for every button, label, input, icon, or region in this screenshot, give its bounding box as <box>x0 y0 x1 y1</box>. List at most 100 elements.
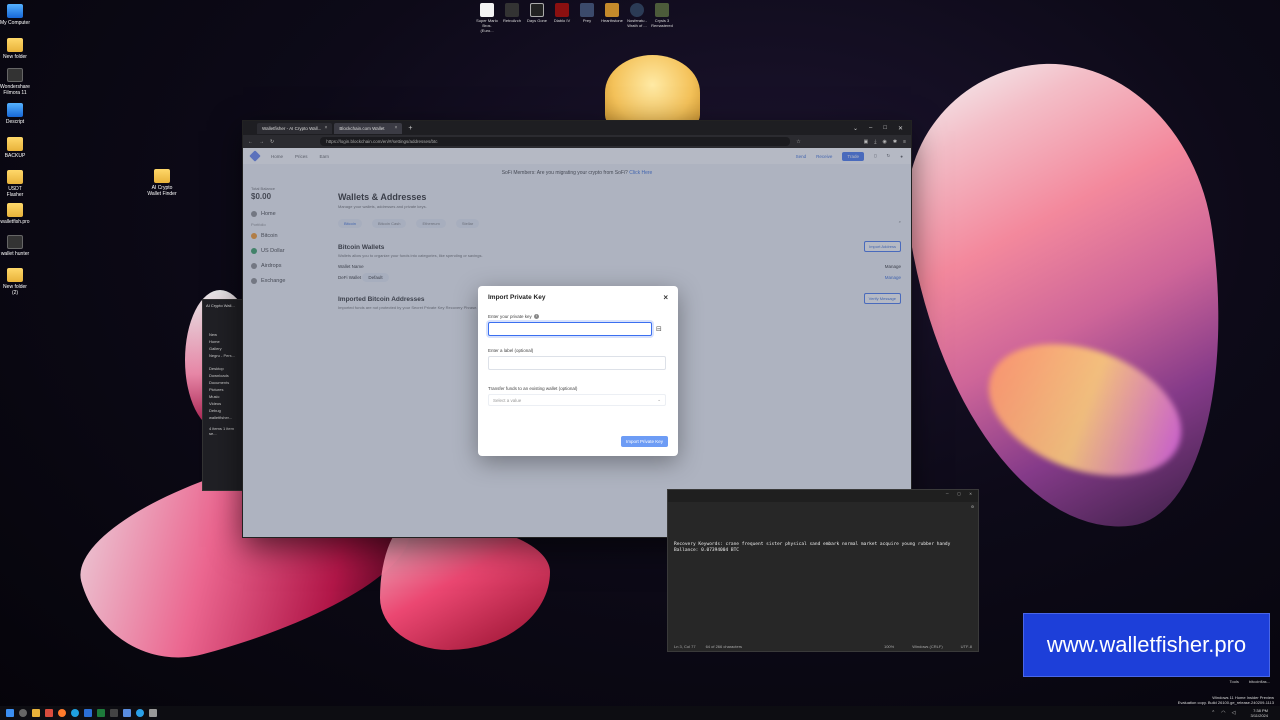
explorer-nav-item[interactable]: Negru - Pers... <box>203 351 243 358</box>
explorer-status: 4 items 1 item se... <box>209 426 234 436</box>
desktop-icon-descript[interactable]: Descript <box>0 103 30 125</box>
shortcut-hearthstone[interactable]: Hearthstone <box>601 3 623 33</box>
reload-icon[interactable]: ↻ <box>270 139 274 145</box>
desktop-icon-filmora[interactable]: Wondershare Filmora 11 <box>0 68 30 96</box>
app-icon[interactable] <box>84 709 92 717</box>
private-key-input[interactable] <box>488 322 652 336</box>
firefox-icon[interactable] <box>58 709 66 717</box>
folder-icon <box>7 137 23 151</box>
new-tab-button[interactable]: + <box>404 125 416 132</box>
explorer-nav-item[interactable]: Desktop <box>203 364 243 371</box>
info-icon[interactable]: i <box>533 314 539 319</box>
shortcut-diablo[interactable]: Diablo IV <box>551 3 573 33</box>
notepad-icon[interactable] <box>149 709 157 717</box>
shortcut-prey[interactable]: Prey <box>576 3 598 33</box>
folder-icon <box>154 169 170 183</box>
file-explorer-icon[interactable] <box>32 709 40 717</box>
shortcut-crysis[interactable]: Crysis 3 Remastered <box>651 3 673 33</box>
wifi-icon[interactable]: ◠ <box>1221 710 1225 716</box>
navigation-bar: ← → ↻ https://login.blockchain.com/en/#/… <box>243 135 911 148</box>
system-tray: ⌃ ◠ ◁ <box>1211 710 1235 716</box>
computer-icon <box>7 4 23 18</box>
explorer-nav-item[interactable]: Videos <box>203 399 243 406</box>
download-icon[interactable]: ⤓ <box>874 139 876 145</box>
shortcut-retroarch[interactable]: RetroArch <box>501 3 523 33</box>
explorer-nav-item[interactable]: walletfisher... <box>203 413 243 420</box>
bookmark-star-icon[interactable]: ☆ <box>796 139 800 145</box>
tab-walletfisher[interactable]: Walletfisher - AI Crypto Wall... × <box>257 122 333 134</box>
explorer-nav-item[interactable]: Debug <box>203 406 243 413</box>
explorer-new-button[interactable]: New <box>203 330 243 337</box>
explorer-nav-item[interactable]: Pictures <box>203 385 243 392</box>
app-icon[interactable] <box>123 709 131 717</box>
search-icon[interactable] <box>19 709 27 717</box>
explorer-nav-item[interactable]: Home <box>203 337 243 344</box>
puzzle-icon[interactable]: ✱ <box>893 139 897 145</box>
notepad-line: Ballance: 0.07394004 BTC <box>674 548 740 553</box>
explorer-nav-item[interactable]: Gallery <box>203 344 243 351</box>
menu-icon[interactable]: ≡ <box>903 139 906 145</box>
back-icon[interactable]: ← <box>248 139 253 145</box>
desktop-icon-ai-crypto[interactable]: AI Crypto Wallet Finder <box>147 169 177 197</box>
wallpaper-shape <box>605 55 700 130</box>
desktop-icon-wallet-hunter[interactable]: wallet hunter <box>0 235 30 257</box>
private-key-label: Enter your private key <box>488 314 532 319</box>
desktop-icon-new-folder[interactable]: New folder <box>0 38 30 60</box>
tab-bar: Walletfisher - AI Crypto Wall... × Blockc… <box>243 121 911 135</box>
browser-window: Walletfisher - AI Crypto Wall... × Blockc… <box>243 121 911 537</box>
notepad-window[interactable]: – □ ✕ ⚙ Recovery Keywords: crane frequen… <box>667 489 979 652</box>
minimize-icon[interactable]: – <box>946 492 949 500</box>
close-tab-icon[interactable]: × <box>394 125 397 131</box>
shortcut-nosferatu[interactable]: Nosferatu - Wrath of ... <box>626 3 648 33</box>
maximize-icon[interactable]: □ <box>958 492 961 500</box>
wallpaper-shape <box>380 520 550 650</box>
close-tab-icon[interactable]: × <box>324 125 327 131</box>
forward-icon[interactable]: → <box>259 139 264 145</box>
file-icon <box>480 3 494 17</box>
wallet-select[interactable]: Select a value ⌄ <box>488 394 666 406</box>
blockchain-page: Home Prices Earn Send Receive Trade ▯ ↻ … <box>243 148 911 537</box>
app-icon[interactable] <box>110 709 118 717</box>
extensions-icon[interactable]: ▣ <box>864 139 869 145</box>
explorer-nav-item[interactable]: Downloads <box>203 371 243 378</box>
shortcut-super-mario[interactable]: Super Mario Bros. (Euro... <box>476 3 498 33</box>
days-gone-icon <box>530 3 544 17</box>
chevron-down-icon[interactable]: ⌄ <box>853 125 858 132</box>
notepad-text[interactable]: Recovery Keywords: crane frequent sister… <box>668 502 978 554</box>
label-input[interactable] <box>488 356 666 370</box>
folder-icon <box>7 203 23 217</box>
hearthstone-icon <box>605 3 619 17</box>
desktop-icon-usdt-flasher[interactable]: USDT Flasher <box>0 170 30 198</box>
clock[interactable]: 7:38 PM 3/11/2024 <box>1251 708 1280 718</box>
desktop-icon-walletfish[interactable]: walletfish.pro <box>0 203 30 225</box>
explorer-nav-item[interactable]: Music <box>203 392 243 399</box>
desktop-icon-backup[interactable]: BACKUP <box>0 137 30 159</box>
settings-gear-icon[interactable]: ⚙ <box>971 505 974 510</box>
scan-qr-icon[interactable]: ⊟ <box>656 325 662 333</box>
address-bar[interactable]: https://login.blockchain.com/en/#/settin… <box>320 137 791 146</box>
import-private-key-button[interactable]: Import Private Key <box>620 436 668 447</box>
explorer-nav-item[interactable]: Documents <box>203 378 243 385</box>
start-icon[interactable] <box>6 709 14 717</box>
minimize-icon[interactable]: – <box>869 125 872 132</box>
maximize-icon[interactable]: □ <box>883 125 887 132</box>
desktop-icon-new-folder-2[interactable]: New folder (2) <box>0 268 30 296</box>
volume-icon[interactable]: ◁ <box>1232 710 1236 716</box>
close-icon[interactable]: ✕ <box>969 492 972 500</box>
extension-icon[interactable]: ◉ <box>883 139 887 145</box>
chevron-up-icon[interactable]: ⌃ <box>1211 710 1215 716</box>
close-icon[interactable]: × <box>663 293 668 302</box>
app-icon[interactable] <box>45 709 53 717</box>
tab-blockchain[interactable]: Blockchain.com Wallet × <box>334 122 403 134</box>
file-explorer-window[interactable]: AI Crypto Wall... New Home Gallery Negru… <box>202 299 244 491</box>
desktop-icon-my-computer[interactable]: My Computer <box>0 4 30 26</box>
app-icon <box>7 235 23 249</box>
shortcut-days-gone[interactable]: Days Gone <box>526 3 548 33</box>
excel-icon[interactable] <box>97 709 105 717</box>
edge-icon[interactable] <box>71 709 79 717</box>
folder-icon <box>7 268 23 282</box>
diablo-icon <box>555 3 569 17</box>
game-shortcuts: Super Mario Bros. (Euro... RetroArch Day… <box>476 3 673 33</box>
close-icon[interactable]: ✕ <box>898 125 903 132</box>
skype-icon[interactable] <box>136 709 144 717</box>
